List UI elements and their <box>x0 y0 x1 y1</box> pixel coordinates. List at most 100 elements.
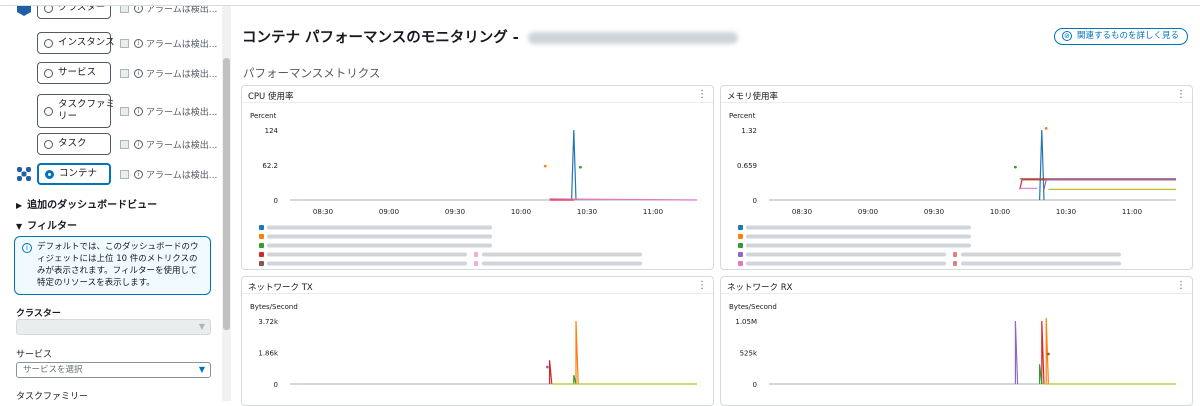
x-tick-label: 09:00 <box>379 208 399 216</box>
network-rx-widget: ネットワーク RX ⋮ Bytes/Second 1.05M 525k 0 <box>720 276 1193 406</box>
sidebar-scrollbar-thumb[interactable] <box>223 58 230 330</box>
alarm-status-text: アラームは検出... <box>146 70 218 80</box>
alarm-checkbox[interactable] <box>120 107 129 116</box>
kebab-menu-icon[interactable]: ⋮ <box>697 89 707 100</box>
alarm-status: i アラームは検出... <box>120 37 217 50</box>
node-label: サービス <box>58 67 97 78</box>
resource-node: タスク i アラームは検出... <box>0 133 222 161</box>
widget-header <box>242 86 713 103</box>
x-tick-label: 11:00 <box>1122 208 1142 216</box>
kebab-menu-icon[interactable]: ⋮ <box>697 280 707 291</box>
chart-svg: Bytes/Second 1.05M 525k 0 <box>729 303 1176 389</box>
redacted-legend-label <box>746 252 946 257</box>
node-radio-button[interactable]: タスク <box>37 133 111 155</box>
cluster-select[interactable]: ▼ <box>16 319 211 335</box>
alarm-status: i アラームは検出... <box>120 67 217 80</box>
node-label: タスクファミ リー <box>58 99 116 122</box>
redacted-legend-label <box>746 261 946 266</box>
radio-icon <box>44 6 53 13</box>
y-tick-label: 1.05M <box>735 318 757 326</box>
legend-swatch <box>259 243 264 248</box>
series-line <box>1041 320 1045 385</box>
resource-node: インスタンス i アラームは検出... <box>0 32 222 60</box>
radio-icon <box>45 169 54 179</box>
explore-related-button[interactable]: ⊘ 関連するものを詳しく見る <box>1053 28 1188 45</box>
x-tick-label: 10:00 <box>511 208 531 216</box>
data-point <box>1044 127 1048 130</box>
service-label: サービス <box>16 350 53 360</box>
kebab-menu-icon[interactable]: ⋮ <box>1176 89 1186 100</box>
sidebar-scrollbar[interactable] <box>222 6 231 401</box>
data-point <box>1047 352 1050 356</box>
cluster-label: クラスター <box>16 309 61 319</box>
legend-swatch <box>259 261 264 266</box>
node-radio-button[interactable]: タスクファミ リー <box>37 94 115 128</box>
widget-title: メモリ使用率 <box>727 92 779 102</box>
node-label: コンテナ <box>59 168 98 179</box>
page-title: コンテナ パフォーマンスのモニタリング - <box>242 26 738 47</box>
kebab-menu-icon[interactable]: ⋮ <box>1176 280 1186 291</box>
alarm-checkbox[interactable] <box>120 170 129 179</box>
compass-icon: ⊘ <box>1061 31 1072 41</box>
chevron-down-icon: ▼ <box>198 322 205 331</box>
widget-title: ネットワーク RX <box>727 283 793 293</box>
service-select-placeholder: サービスを選択 <box>23 365 83 375</box>
alarm-status: i アラームは検出... <box>120 168 217 181</box>
y-tick-label: 0 <box>274 381 278 389</box>
redacted-legend-label <box>961 252 1121 257</box>
performance-metrics-heading: パフォーマンスメトリクス <box>243 66 381 80</box>
redacted-legend-label <box>482 261 642 266</box>
alarm-status-text: アラームは検出... <box>146 171 218 181</box>
x-tick-label: 09:00 <box>858 208 878 216</box>
filters-title: フィルター <box>27 221 77 232</box>
redacted-legend-label <box>267 261 467 266</box>
x-tick-label: 10:00 <box>990 208 1010 216</box>
legend-swatch <box>259 252 264 257</box>
series-line <box>1045 317 1049 385</box>
resource-node: クラスター i アラームは検出... <box>0 6 222 34</box>
widget-header <box>721 86 1192 103</box>
x-tick-label: 11:00 <box>643 208 663 216</box>
alarm-status-text: アラームは検出... <box>146 141 218 151</box>
data-point <box>579 165 582 169</box>
redacted-cluster-name <box>527 32 738 44</box>
resource-node: サービス i アラームは検出... <box>0 62 222 90</box>
service-select[interactable]: サービスを選択 ▼ <box>16 362 211 378</box>
y-tick-label: 3.72k <box>258 318 279 326</box>
additional-dashboards-label: 追加のダッシュボードビュー <box>27 200 158 211</box>
additional-dashboards-toggle[interactable]: ▶ 追加のダッシュボードビュー <box>16 196 157 211</box>
main-content: コンテナ パフォーマンスのモニタリング - ⊘ 関連するものを詳しく見る パフォ… <box>231 6 1200 406</box>
node-radio-button[interactable]: コンテナ <box>37 163 111 185</box>
resource-node: タスクファミ リー i アラームは検出... <box>0 94 222 128</box>
x-tick-label: 08:30 <box>313 208 333 216</box>
alarm-checkbox[interactable] <box>120 69 129 78</box>
info-icon: i <box>134 107 143 116</box>
x-tick-label: 08:30 <box>792 208 812 216</box>
node-label: タスク <box>58 138 87 149</box>
filters-toggle[interactable]: ▼ フィルター <box>16 217 77 232</box>
y-axis-label: Percent <box>729 112 756 120</box>
y-tick-label: 1.32 <box>741 127 757 135</box>
redacted-legend-label <box>267 252 467 257</box>
alarm-checkbox[interactable] <box>120 140 129 149</box>
y-tick-label: 0 <box>753 381 757 389</box>
alarm-checkbox[interactable] <box>120 6 129 13</box>
hexagon-icon <box>17 6 31 16</box>
node-radio-button[interactable]: クラスター <box>37 6 111 19</box>
node-radio-button[interactable]: インスタンス <box>37 32 115 54</box>
legend-swatch <box>953 252 957 257</box>
node-radio-button[interactable]: サービス <box>37 62 111 84</box>
redacted-legend-label <box>746 225 971 230</box>
redacted-legend-label <box>746 243 971 248</box>
radio-icon <box>44 68 53 78</box>
redacted-legend-label <box>267 234 492 239</box>
alarm-checkbox[interactable] <box>120 39 129 48</box>
y-tick-label: 124 <box>265 127 279 135</box>
resource-node: コンテナ i アラームは検出... <box>0 163 222 191</box>
y-tick-label: 0 <box>274 197 278 205</box>
page-title-text: コンテナ パフォーマンスのモニタリング - <box>242 30 524 46</box>
y-axis-label: Bytes/Second <box>250 303 298 311</box>
legend-swatch <box>738 243 743 248</box>
legend-swatch <box>738 261 743 266</box>
filter-info-text: デフォルトでは、このダッシュボードのウィジェットには上位 10 件のメトリクスの… <box>37 242 199 288</box>
